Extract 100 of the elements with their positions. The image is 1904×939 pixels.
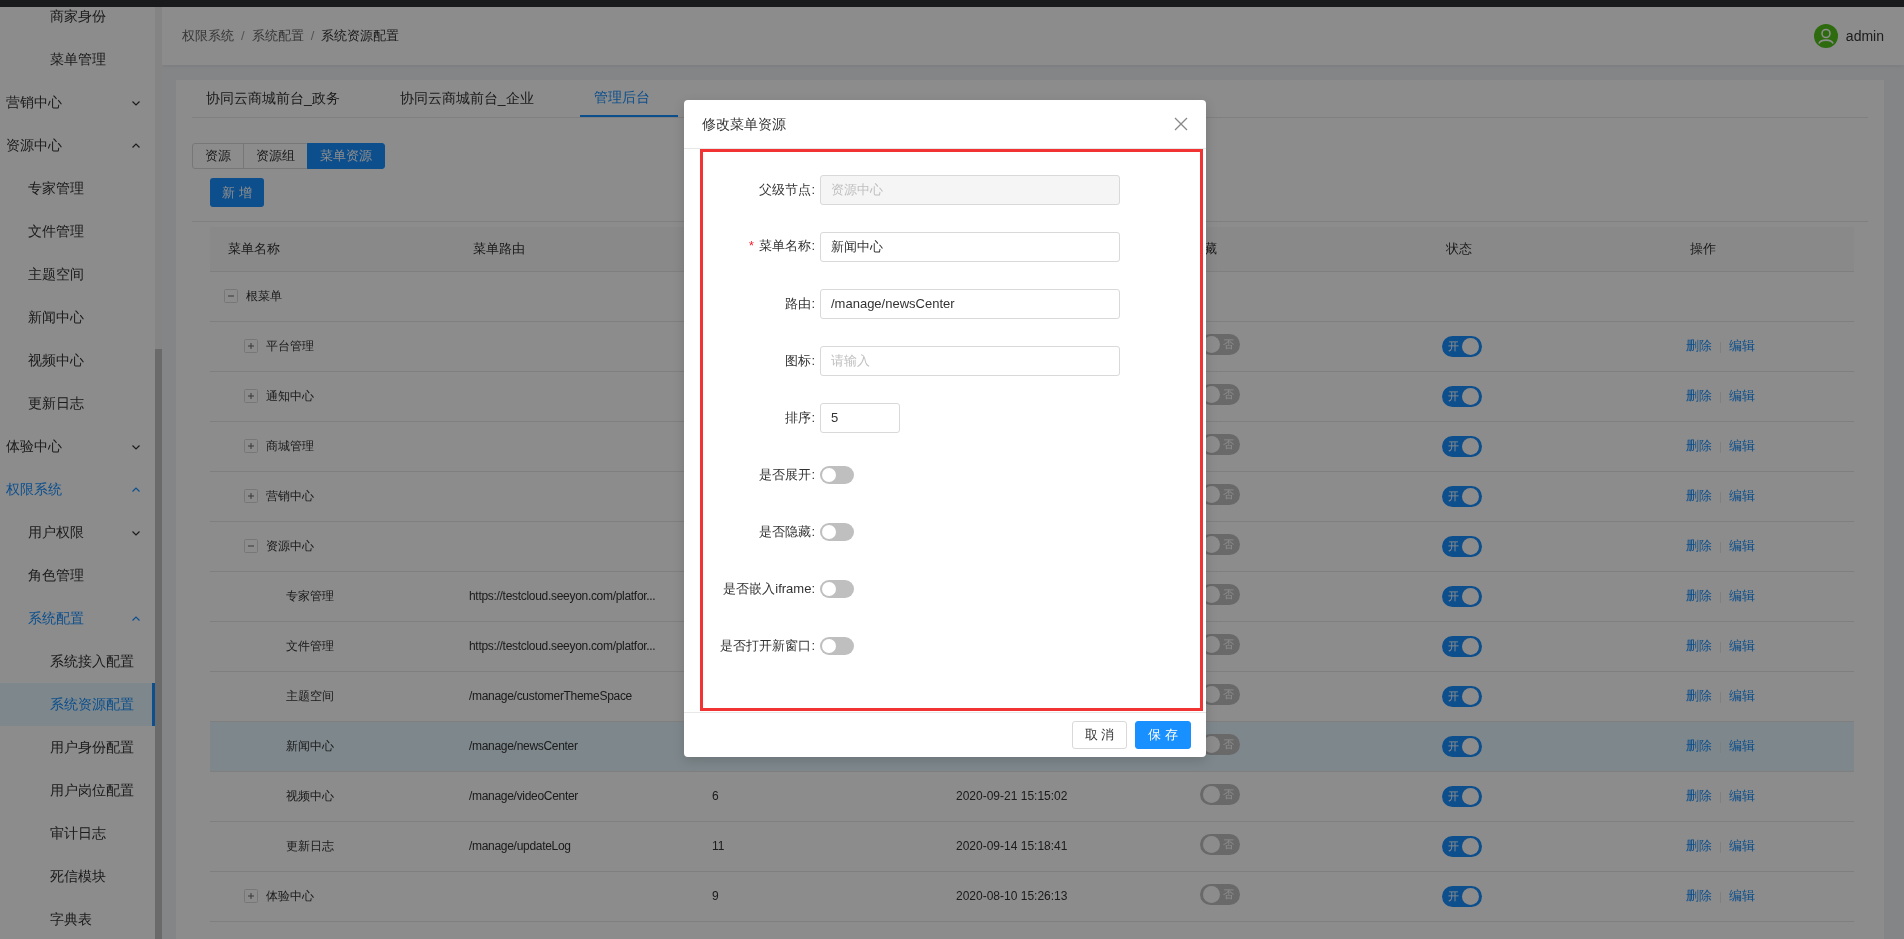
input-field[interactable]: 请输入 [820, 345, 1120, 376]
table-cell: /manage/updateLog [469, 839, 571, 853]
sidebar-item[interactable]: 字典表 [0, 898, 155, 939]
collapse-icon[interactable] [244, 539, 258, 553]
menu-name: 文件管理 [286, 638, 334, 655]
expand-icon[interactable] [244, 889, 258, 903]
segment-button[interactable]: 资源 [192, 143, 244, 169]
expand-icon[interactable] [244, 489, 258, 503]
sidebar-item[interactable]: 权限系统 [0, 468, 155, 511]
sidebar-item[interactable]: 系统接入配置 [0, 640, 155, 683]
sidebar-item[interactable]: 视频中心 [0, 339, 155, 382]
sidebar-item[interactable]: 用户权限 [0, 511, 155, 554]
cancel-button[interactable]: 取 消 [1071, 721, 1128, 749]
sidebar-item[interactable]: 更新日志 [0, 382, 155, 425]
action-link[interactable]: 删除 [1686, 538, 1712, 554]
action-link[interactable]: 编辑 [1729, 638, 1755, 654]
toggle-switch[interactable]: 开 [1442, 685, 1482, 707]
action-link[interactable]: 编辑 [1729, 488, 1755, 504]
sidebar-item[interactable]: 商家身份 [0, 7, 155, 38]
field-label: 父级节点: [758, 180, 816, 199]
menu-name: 更新日志 [286, 838, 334, 855]
toggle-switch[interactable]: 开 [1442, 535, 1482, 557]
add-button[interactable]: 新 增 [210, 178, 264, 207]
scrollbar[interactable] [155, 349, 162, 939]
menu-name: 商城管理 [266, 438, 314, 455]
action-link[interactable]: 删除 [1686, 788, 1712, 804]
user-name[interactable]: admin [1845, 25, 1884, 47]
toggle-switch[interactable]: 开 [1442, 635, 1482, 657]
action-link[interactable]: 删除 [1686, 588, 1712, 604]
action-link[interactable]: 删除 [1686, 388, 1712, 404]
action-link[interactable]: 删除 [1686, 338, 1712, 354]
sidebar-item[interactable]: 用户岗位配置 [0, 769, 155, 812]
action-link[interactable]: 编辑 [1729, 388, 1755, 404]
toggle-switch[interactable] [820, 579, 854, 598]
action-link[interactable]: 编辑 [1729, 788, 1755, 804]
table-cell: 2020-09-21 15:15:02 [956, 789, 1068, 803]
sidebar-item[interactable]: 新闻中心 [0, 296, 155, 339]
field-label: 是否打开新窗口: [719, 636, 816, 655]
segment-button[interactable]: 资源组 [243, 143, 308, 169]
toggle-switch[interactable]: 开 [1442, 785, 1482, 807]
action-link[interactable]: 编辑 [1729, 338, 1755, 354]
toggle-switch[interactable] [820, 465, 854, 484]
action-link[interactable]: 编辑 [1729, 888, 1755, 904]
expand-icon[interactable] [244, 339, 258, 353]
sidebar-item[interactable]: 死信模块 [0, 855, 155, 898]
field-label: 是否隐藏: [758, 522, 816, 541]
action-link[interactable]: 删除 [1686, 688, 1712, 704]
menu-name: 营销中心 [266, 488, 314, 505]
action-link[interactable]: 删除 [1686, 838, 1712, 854]
sidebar-item[interactable]: 营销中心 [0, 81, 155, 124]
toggle-switch[interactable]: 开 [1442, 385, 1482, 407]
tab[interactable]: 管理后台 [579, 80, 678, 117]
column-header: 菜单名称 [228, 241, 280, 256]
action-link[interactable]: 编辑 [1729, 538, 1755, 554]
sidebar-item[interactable]: 角色管理 [0, 554, 155, 597]
breadcrumb-item[interactable]: 系统配置 [251, 28, 304, 44]
action-link[interactable]: 删除 [1686, 488, 1712, 504]
toggle-switch[interactable]: 开 [1442, 435, 1482, 457]
action-link[interactable]: 删除 [1686, 438, 1712, 454]
action-link[interactable]: 编辑 [1729, 688, 1755, 704]
sidebar-item[interactable]: 资源中心 [0, 124, 155, 167]
column-header: 菜单路由 [473, 241, 525, 256]
tab[interactable]: 协同云商城前台_企业 [385, 80, 562, 117]
breadcrumb-item[interactable]: 权限系统 [182, 28, 234, 44]
save-button[interactable]: 保 存 [1135, 721, 1191, 749]
action-link[interactable]: 删除 [1686, 638, 1712, 654]
action-link[interactable]: 编辑 [1729, 438, 1755, 454]
breadcrumb-separator: / [310, 28, 315, 44]
action-link[interactable]: 删除 [1686, 738, 1712, 754]
input-field[interactable]: 新闻中心 [820, 231, 1120, 262]
sidebar-item[interactable]: 菜单管理 [0, 38, 155, 81]
toggle-switch[interactable] [820, 636, 854, 655]
toggle-switch[interactable]: 开 [1442, 585, 1482, 607]
expand-icon[interactable] [244, 389, 258, 403]
action-link[interactable]: 编辑 [1729, 738, 1755, 754]
collapse-icon[interactable] [224, 289, 238, 303]
toggle-switch[interactable] [820, 522, 854, 541]
input-field[interactable]: 5 [820, 402, 900, 433]
sidebar-item[interactable]: 文件管理 [0, 210, 155, 253]
expand-icon[interactable] [244, 439, 258, 453]
segment-button[interactable]: 菜单资源 [307, 143, 385, 169]
close-icon[interactable] [1174, 117, 1188, 131]
toggle-switch[interactable]: 开 [1442, 335, 1482, 357]
action-link[interactable]: 编辑 [1729, 838, 1755, 854]
sidebar-item[interactable]: 系统资源配置 [0, 683, 155, 726]
toggle-switch[interactable]: 开 [1442, 885, 1482, 907]
input-field[interactable]: /manage/newsCenter [820, 288, 1120, 319]
sidebar-item[interactable]: 专家管理 [0, 167, 155, 210]
toggle-switch[interactable]: 开 [1442, 485, 1482, 507]
tab[interactable]: 协同云商城前台_政务 [192, 80, 368, 117]
sidebar-item[interactable]: 体验中心 [0, 425, 155, 468]
action-link[interactable]: 删除 [1686, 888, 1712, 904]
sidebar-item[interactable]: 主题空间 [0, 253, 155, 296]
sidebar-item[interactable]: 审计日志 [0, 812, 155, 855]
field-label: 是否展开: [758, 465, 816, 484]
sidebar-item[interactable]: 系统配置 [0, 597, 155, 640]
sidebar-item[interactable]: 用户身份配置 [0, 726, 155, 769]
toggle-switch[interactable]: 开 [1442, 735, 1482, 757]
action-link[interactable]: 编辑 [1729, 588, 1755, 604]
toggle-switch[interactable]: 开 [1442, 835, 1482, 857]
